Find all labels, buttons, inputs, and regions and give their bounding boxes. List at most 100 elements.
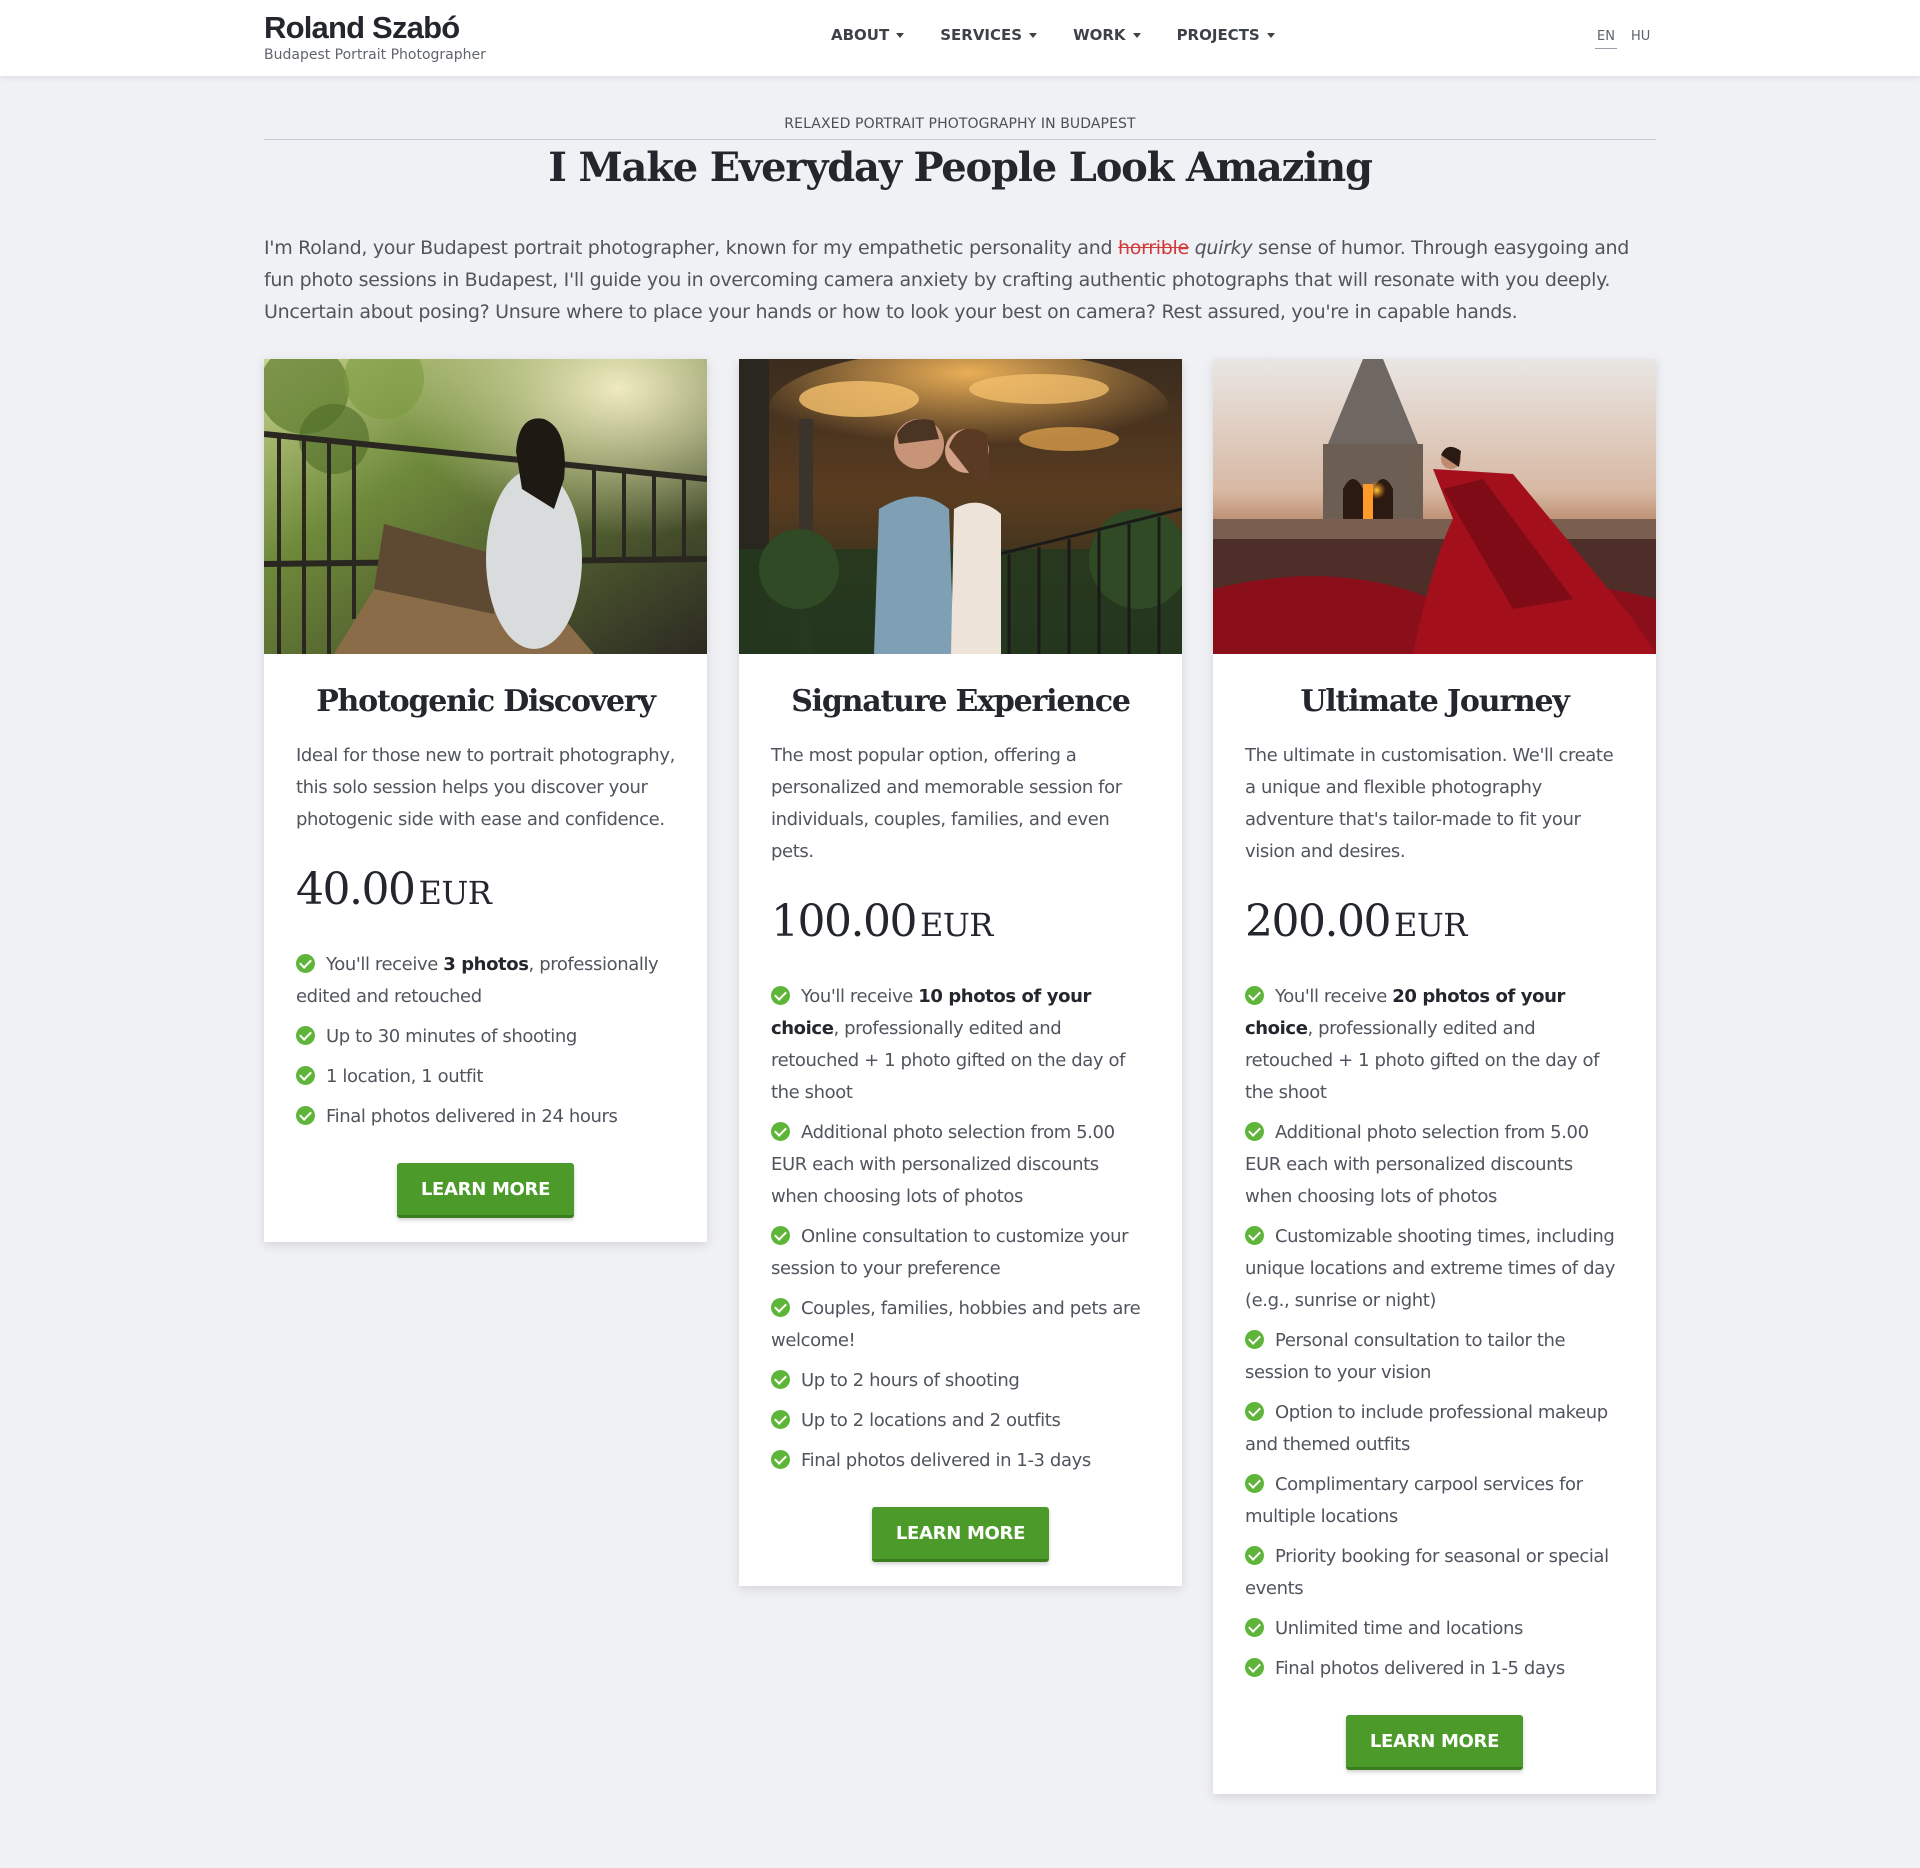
struck-word: horrible	[1118, 237, 1189, 259]
feature-text: Couples, families, hobbies and pets are …	[771, 1298, 1141, 1351]
feature-item: Complimentary carpool services for multi…	[1245, 1469, 1624, 1533]
pricing-card-ultimate-journey: Ultimate Journey The ultimate in customi…	[1213, 359, 1656, 1794]
check-circle-icon	[771, 1450, 790, 1469]
card-title: Signature Experience	[791, 684, 1131, 719]
feature-text: Priority booking for seasonal or special…	[1245, 1546, 1609, 1599]
language-en-link[interactable]: EN	[1595, 29, 1617, 49]
learn-more-button[interactable]: LEARN MORE	[871, 1507, 1050, 1562]
italic-word: quirky	[1194, 237, 1253, 259]
feature-text: Customizable shooting times, including u…	[1245, 1226, 1615, 1311]
check-circle-icon	[1245, 1546, 1264, 1565]
feature-item: You'll receive 20 photos of your choice,…	[1245, 981, 1624, 1109]
check-circle-icon	[771, 1370, 790, 1389]
nav-item-work[interactable]: WORK	[1073, 26, 1141, 44]
nav-item-about[interactable]: ABOUT	[831, 26, 905, 44]
feature-item: You'll receive 10 photos of your choice,…	[771, 981, 1150, 1109]
check-circle-icon	[771, 1410, 790, 1429]
feature-text: Final photos delivered in 1-3 days	[801, 1450, 1091, 1471]
check-circle-icon	[1245, 1402, 1264, 1421]
nav-item-projects[interactable]: PROJECTS	[1177, 26, 1275, 44]
check-circle-icon	[1245, 1658, 1264, 1677]
feature-list: You'll receive 20 photos of your choice,…	[1245, 981, 1624, 1685]
feature-item: Personal consultation to tailor the sess…	[1245, 1325, 1624, 1389]
divider	[264, 139, 1656, 140]
check-circle-icon	[1245, 986, 1264, 1005]
card-description: The ultimate in customisation. We'll cre…	[1245, 745, 1614, 862]
price-amount: 200.00	[1245, 896, 1391, 947]
check-circle-icon	[771, 1298, 790, 1317]
feature-text: You'll receive	[326, 954, 444, 975]
feature-item: Additional photo selection from 5.00 EUR…	[1245, 1117, 1624, 1213]
check-circle-icon	[296, 1106, 315, 1125]
chevron-down-icon	[1029, 32, 1038, 38]
price-currency: EUR	[418, 874, 492, 912]
check-circle-icon	[1245, 1226, 1264, 1245]
brand-subtitle: Budapest Portrait Photographer	[264, 47, 486, 63]
card-price: 100.00 EUR	[771, 896, 1150, 947]
feature-item: Up to 2 hours of shooting	[771, 1365, 1150, 1397]
language-hu-link[interactable]: HU	[1631, 29, 1650, 44]
eyebrow-text: RELAXED PORTRAIT PHOTOGRAPHY IN BUDAPEST	[784, 116, 1136, 132]
check-circle-icon	[1245, 1474, 1264, 1493]
price-amount: 100.00	[771, 896, 917, 947]
feature-text: You'll receive	[1275, 986, 1393, 1007]
intro-text-before: I'm Roland, your Budapest portrait photo…	[264, 237, 1118, 259]
check-circle-icon	[296, 1026, 315, 1045]
feature-item: You'll receive 3 photos, professionally …	[296, 949, 675, 1013]
chevron-down-icon	[1132, 32, 1141, 38]
feature-item: Priority booking for seasonal or special…	[1245, 1541, 1624, 1605]
learn-more-button[interactable]: LEARN MORE	[1345, 1715, 1524, 1770]
feature-text: You'll receive	[801, 986, 919, 1007]
feature-item: Couples, families, hobbies and pets are …	[771, 1293, 1150, 1357]
brand-name[interactable]: Roland Szabó	[264, 10, 460, 46]
feature-text: 1 location, 1 outfit	[326, 1066, 484, 1087]
price-amount: 40.00	[296, 864, 416, 915]
feature-text: Unlimited time and locations	[1275, 1618, 1523, 1639]
card-photo-couple-kissing	[739, 359, 1182, 654]
card-description: Ideal for those new to portrait photogra…	[296, 745, 675, 830]
nav-item-services[interactable]: SERVICES	[940, 26, 1038, 44]
card-title: Photogenic Discovery	[316, 684, 656, 719]
price-currency: EUR	[919, 906, 993, 944]
nav-label: ABOUT	[831, 26, 890, 44]
feature-item: Up to 30 minutes of shooting	[296, 1021, 675, 1053]
pricing-card-photogenic-discovery: Photogenic Discovery Ideal for those new…	[264, 359, 707, 1242]
feature-item: Final photos delivered in 1-5 days	[1245, 1653, 1624, 1685]
main-nav: ABOUT SERVICES WORK PROJECTS	[831, 26, 1311, 44]
site-header: Roland Szabó Budapest Portrait Photograp…	[0, 0, 1920, 76]
card-title: Ultimate Journey	[1300, 684, 1570, 719]
feature-highlight: 3 photos	[443, 954, 529, 975]
feature-text: Complimentary carpool services for multi…	[1245, 1474, 1583, 1527]
feature-text: Online consultation to customize your se…	[771, 1226, 1129, 1279]
check-circle-icon	[296, 954, 315, 973]
check-circle-icon	[1245, 1122, 1264, 1141]
feature-item: Up to 2 locations and 2 outfits	[771, 1405, 1150, 1437]
feature-item: 1 location, 1 outfit	[296, 1061, 675, 1093]
check-circle-icon	[771, 986, 790, 1005]
feature-item: Additional photo selection from 5.00 EUR…	[771, 1117, 1150, 1213]
page-title: I Make Everyday People Look Amazing	[548, 144, 1373, 191]
feature-list: You'll receive 3 photos, professionally …	[296, 949, 675, 1133]
feature-item: Final photos delivered in 24 hours	[296, 1101, 675, 1133]
feature-item: Online consultation to customize your se…	[771, 1221, 1150, 1285]
chevron-down-icon	[1266, 32, 1275, 38]
feature-text: Up to 30 minutes of shooting	[326, 1026, 577, 1047]
card-photo-woman-red-dress-tower	[1213, 359, 1656, 654]
check-circle-icon	[771, 1226, 790, 1245]
learn-more-button[interactable]: LEARN MORE	[396, 1163, 575, 1218]
price-currency: EUR	[1393, 906, 1467, 944]
feature-text: Up to 2 hours of shooting	[801, 1370, 1020, 1391]
chevron-down-icon	[896, 32, 905, 38]
card-price: 200.00 EUR	[1245, 896, 1624, 947]
feature-text: Personal consultation to tailor the sess…	[1245, 1330, 1566, 1383]
feature-text: Option to include professional makeup an…	[1245, 1402, 1608, 1455]
feature-text: Final photos delivered in 1-5 days	[1275, 1658, 1565, 1679]
card-description: The most popular option, offering a pers…	[771, 745, 1122, 862]
feature-text: Additional photo selection from 5.00 EUR…	[771, 1122, 1115, 1207]
check-circle-icon	[771, 1122, 790, 1141]
feature-item: Option to include professional makeup an…	[1245, 1397, 1624, 1461]
pricing-card-signature-experience: Signature Experience The most popular op…	[739, 359, 1182, 1586]
feature-list: You'll receive 10 photos of your choice,…	[771, 981, 1150, 1477]
nav-label: WORK	[1073, 26, 1126, 44]
nav-label: SERVICES	[940, 26, 1023, 44]
